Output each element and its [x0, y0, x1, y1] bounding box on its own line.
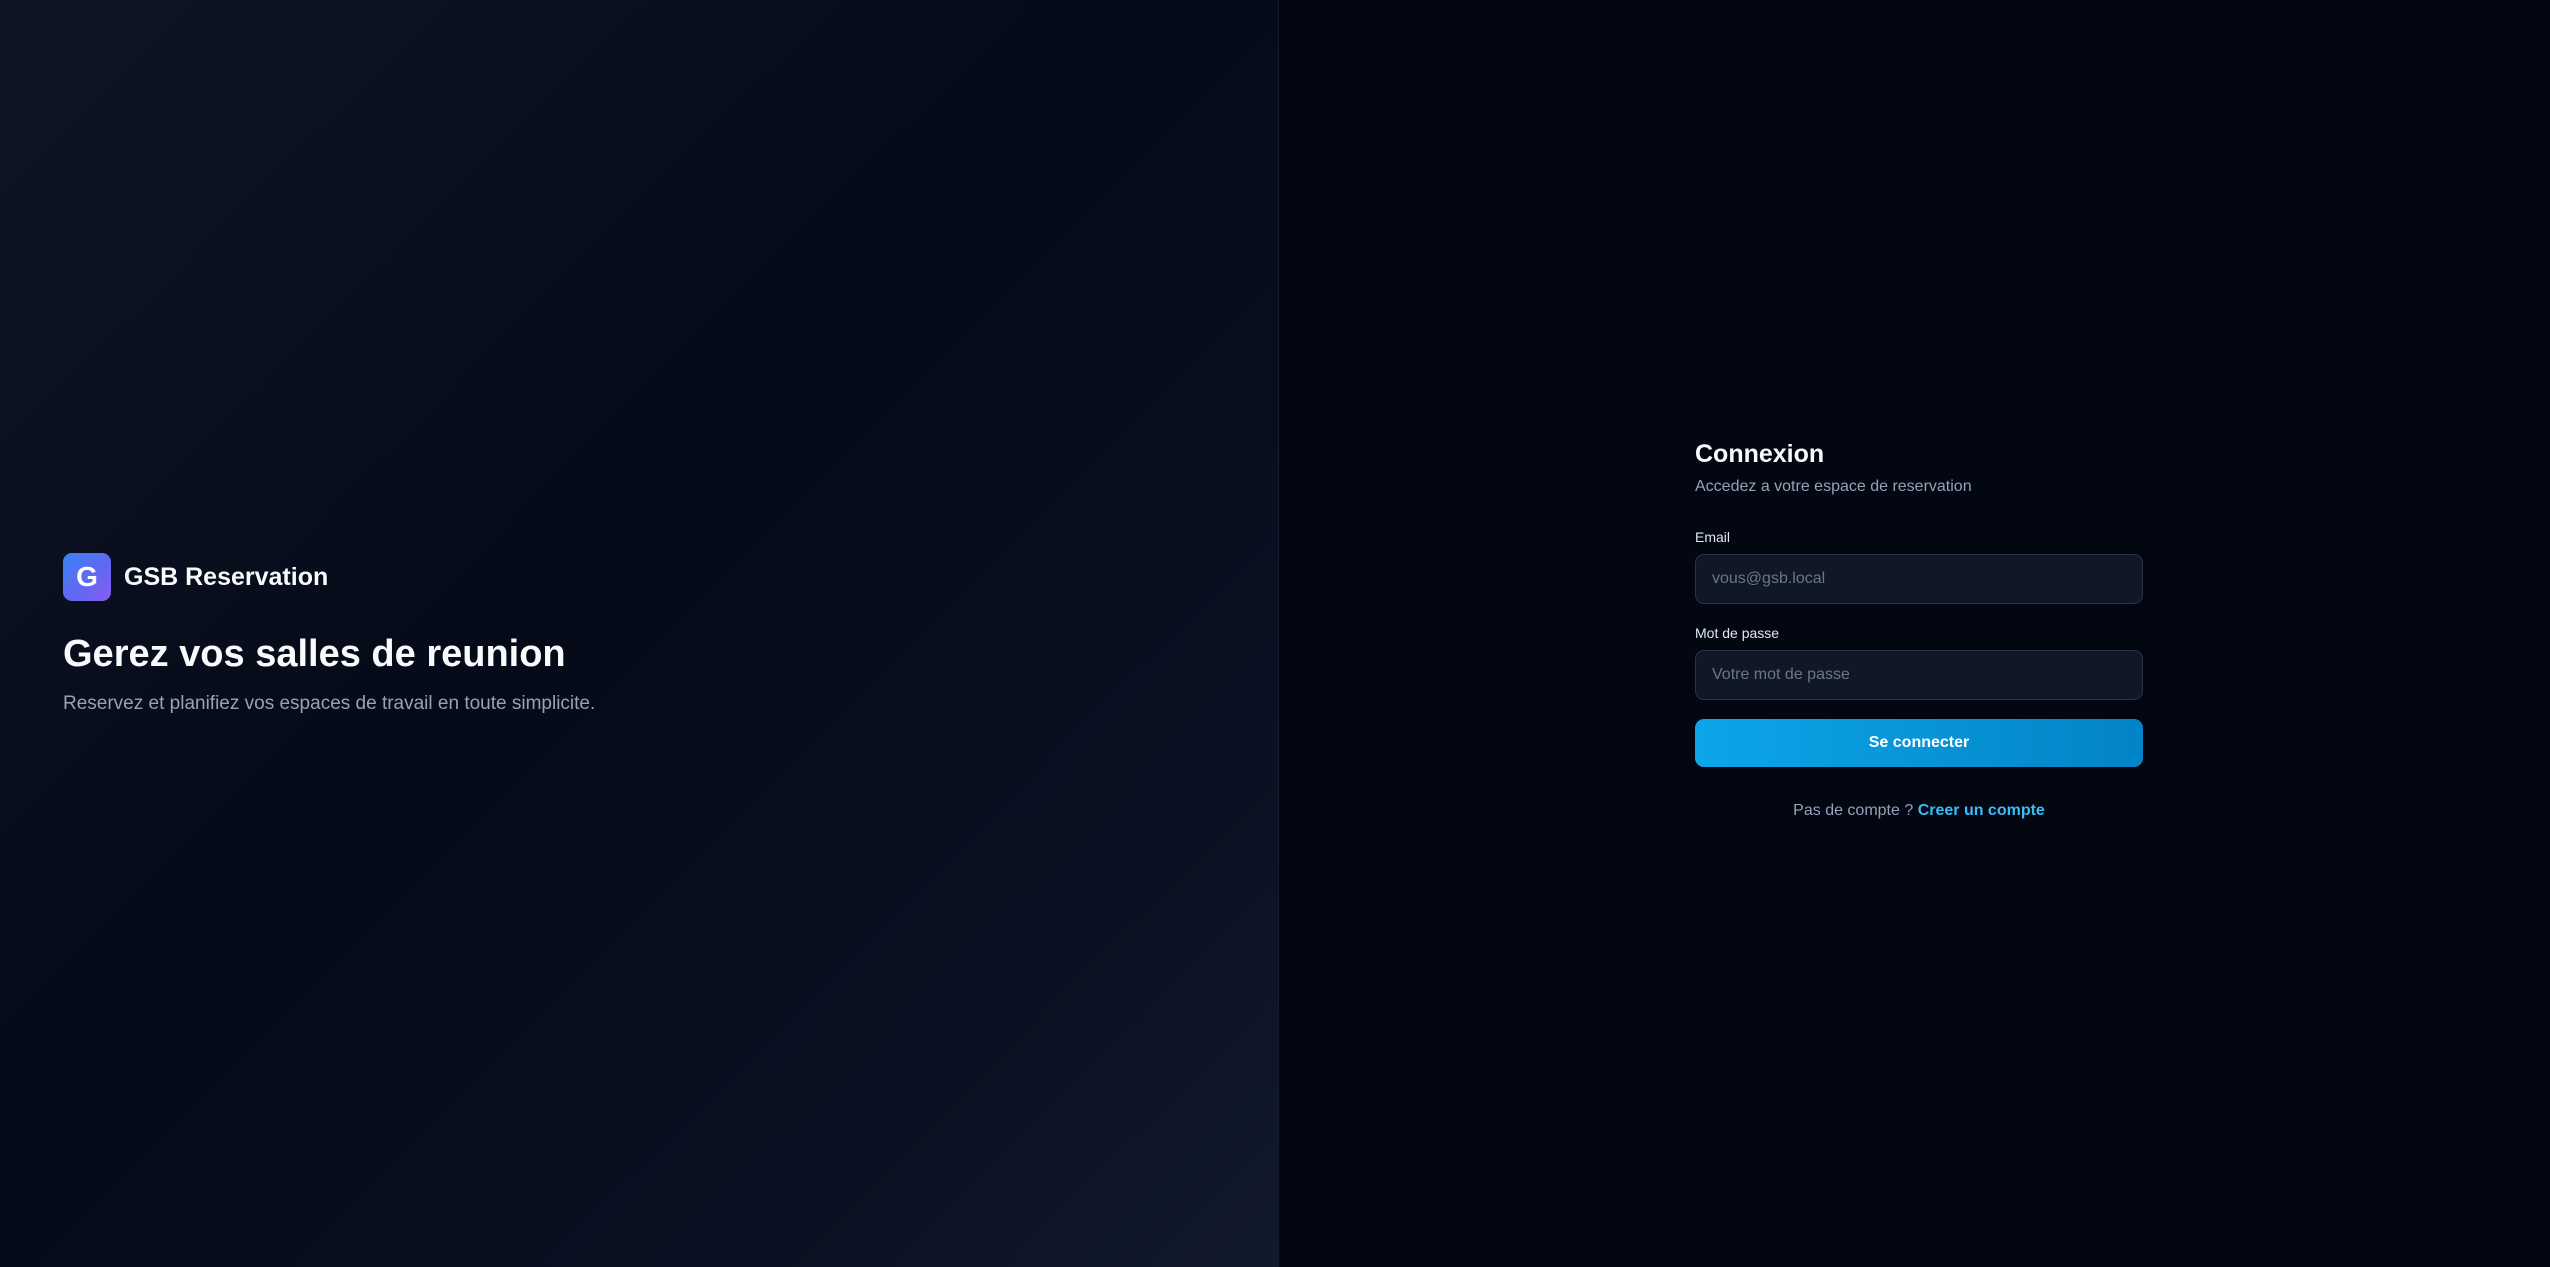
login-button[interactable]: Se connecter [1695, 719, 2143, 767]
brand: G GSB Reservation [63, 553, 328, 601]
login-form: Connexion Accedez a votre espace de rese… [1695, 438, 2143, 822]
signup-prompt: Pas de compte ? [1793, 802, 1918, 819]
hero-title: Gerez vos salles de reunion [63, 633, 566, 675]
signup-link[interactable]: Creer un compte [1918, 802, 2045, 819]
password-field[interactable] [1695, 650, 2143, 700]
password-label: Mot de passe [1695, 625, 1780, 641]
hero-subtitle: Reservez et planifiez vos espaces de tra… [63, 693, 596, 714]
brand-name: GSB Reservation [124, 562, 329, 591]
email-label: Email [1695, 529, 1731, 545]
login-title: Connexion [1695, 440, 1825, 468]
login-subtitle: Accedez a votre espace de reservation [1695, 478, 1972, 495]
signup-row: Pas de compte ? Creer un compte [1695, 800, 2143, 822]
email-field[interactable] [1695, 554, 2143, 604]
login-panel: Connexion Accedez a votre espace de rese… [1279, 0, 2550, 1267]
hero-panel: G GSB Reservation Gerez vos salles de re… [0, 0, 1279, 1267]
logo-icon: G [63, 553, 111, 601]
login-page: G GSB Reservation Gerez vos salles de re… [0, 0, 2550, 1267]
